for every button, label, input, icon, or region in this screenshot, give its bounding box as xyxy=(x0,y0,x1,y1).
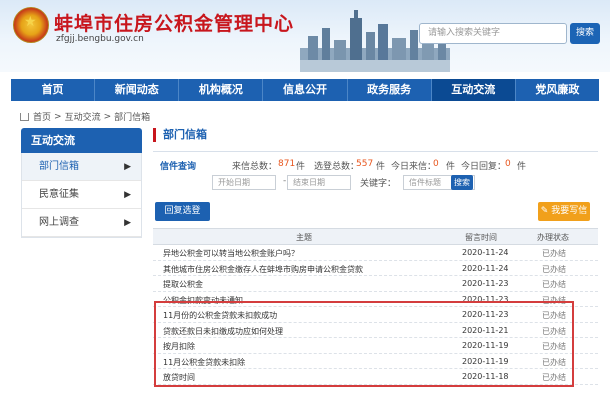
national-emblem-icon: ★ xyxy=(13,7,49,43)
today-in-unit: 件 xyxy=(446,162,456,172)
nav-item-integrity[interactable]: 党风廉政 xyxy=(516,79,599,101)
site-url: zfgjj.bengbu.gov.cn xyxy=(56,34,144,44)
total-count: 871 xyxy=(278,159,296,169)
row-status: 已办结 xyxy=(542,373,566,382)
row-status: 已办结 xyxy=(542,311,566,320)
sidebar-item-mailbox[interactable]: 部门信箱 ▶ xyxy=(22,153,141,181)
row-topic[interactable]: 异地公积金可以转当地公积金账户吗？ xyxy=(163,248,299,259)
sidebar-item-label: 部门信箱 xyxy=(39,161,79,172)
reply-selected-button[interactable]: 回复选登 xyxy=(155,202,210,221)
letters-table: 主题 留言时间 办理状态 异地公积金可以转当地公积金账户吗？ 2020-11-2… xyxy=(153,228,598,385)
row-topic[interactable]: 其他城市住房公积金缴存人在蚌埠市购房申请公积金贷款 xyxy=(163,264,363,275)
breadcrumb: 首页 > 互动交流 > 部门信箱 xyxy=(20,110,153,123)
row-time: 2020-11-19 xyxy=(462,341,509,350)
row-topic[interactable]: 11月公积金贷款未扣除 xyxy=(163,357,245,368)
row-time: 2020-11-24 xyxy=(462,263,509,273)
home-icon xyxy=(20,112,29,121)
title-divider xyxy=(153,151,598,152)
sidebar-item-survey[interactable]: 网上调查 ▶ xyxy=(22,209,141,237)
edit-icon: ✎ xyxy=(540,206,552,216)
today-in-count: 0 xyxy=(433,159,439,169)
row-status: 已办结 xyxy=(542,280,566,289)
sidebar-item-label: 民意征集 xyxy=(39,189,79,200)
row-status: 已办结 xyxy=(542,326,566,336)
search-input[interactable]: 请输入搜索关键字 xyxy=(419,23,567,44)
main-content: 部门信箱 信件查询 来信总数： 871 件 选登总数： 557 件 今日来信： … xyxy=(153,128,598,385)
today-in-label: 今日来信： xyxy=(391,162,437,172)
table-row[interactable]: 放贷时间 2020-11-18 已办结 xyxy=(153,369,598,385)
row-time: 2020-11-19 xyxy=(462,356,509,366)
today-reply-count: 0 xyxy=(505,159,511,169)
today-reply-label: 今日回复： xyxy=(461,162,507,172)
search-button[interactable]: 搜索 xyxy=(570,23,600,44)
table-header: 主题 留言时间 办理状态 xyxy=(153,228,598,245)
table-row[interactable]: 提取公积金 2020-11-23 已办结 xyxy=(153,276,598,292)
write-letter-button[interactable]: ✎ 我要写信 xyxy=(538,202,590,221)
row-time: 2020-11-23 xyxy=(462,294,509,304)
page-title: 部门信箱 xyxy=(153,128,598,142)
table-row[interactable]: 异地公积金可以转当地公积金账户吗？ 2020-11-24 已办结 xyxy=(153,245,598,261)
table-row[interactable]: 其他城市住房公积金缴存人在蚌埠市购房申请公积金贷款 2020-11-24 已办结 xyxy=(153,261,598,276)
table-row[interactable]: 贷款还款日未扣缴成功应如何处理 2020-11-21 已办结 xyxy=(153,323,598,338)
header-status: 办理状态 xyxy=(537,233,569,242)
row-topic[interactable]: 公积金扣款变动未通知 xyxy=(163,295,243,306)
main-nav: 首页 新闻动态 机构概况 信息公开 政务服务 互动交流 党风廉政 xyxy=(11,79,599,101)
row-topic[interactable]: 放贷时间 xyxy=(163,372,195,383)
write-letter-label: 我要写信 xyxy=(551,206,588,216)
row-time: 2020-11-23 xyxy=(462,310,509,319)
row-status: 已办结 xyxy=(542,357,566,367)
filter-search-button[interactable]: 搜索 xyxy=(451,175,473,190)
start-date-input[interactable]: 开始日期 xyxy=(212,175,276,190)
header-topic: 主题 xyxy=(296,233,312,242)
selected-unit: 件 xyxy=(376,162,386,172)
row-status: 已办结 xyxy=(542,342,566,351)
selected-count: 557 xyxy=(356,159,374,169)
site-header: ★ 蚌埠市住房公积金管理中心 zfgjj.bengbu.gov.cn 请输入搜索… xyxy=(0,0,610,72)
row-status: 已办结 xyxy=(542,264,566,274)
table-row[interactable]: 公积金扣款变动未通知 2020-11-23 已办结 xyxy=(153,292,598,307)
chevron-right-icon: ▶ xyxy=(124,190,131,200)
end-date-input[interactable]: 结束日期 xyxy=(287,175,351,190)
nav-item-info[interactable]: 信息公开 xyxy=(263,79,348,101)
row-status: 已办结 xyxy=(542,249,566,258)
nav-item-home[interactable]: 首页 xyxy=(11,79,96,101)
row-status: 已办结 xyxy=(542,295,566,305)
total-label: 来信总数： xyxy=(232,162,278,172)
sidebar-title: 互动交流 xyxy=(21,128,142,153)
row-time: 2020-11-18 xyxy=(462,372,509,381)
chevron-right-icon: ▶ xyxy=(124,218,131,228)
row-topic[interactable]: 按月扣除 xyxy=(163,341,195,352)
header-time: 留言时间 xyxy=(465,233,497,242)
nav-item-services[interactable]: 政务服务 xyxy=(348,79,432,101)
query-label: 信件查询 xyxy=(160,162,197,172)
row-topic[interactable]: 11月份的公积金贷款未扣款成功 xyxy=(163,310,277,321)
date-dash: - xyxy=(283,176,287,186)
sidebar-item-label: 网上调查 xyxy=(39,217,79,228)
breadcrumb-interaction[interactable]: 互动交流 xyxy=(65,110,101,123)
sidebar: 互动交流 部门信箱 ▶ 民意征集 ▶ 网上调查 ▶ xyxy=(21,128,142,238)
row-time: 2020-11-21 xyxy=(462,325,509,335)
today-reply-unit: 件 xyxy=(517,162,527,172)
row-topic[interactable]: 提取公积金 xyxy=(163,279,203,290)
breadcrumb-sep: > xyxy=(54,111,62,122)
keyword-label: 关键字： xyxy=(360,179,397,189)
nav-item-about[interactable]: 机构概况 xyxy=(179,79,264,101)
table-row[interactable]: 11月份的公积金贷款未扣款成功 2020-11-23 已办结 xyxy=(153,307,598,323)
total-unit: 件 xyxy=(296,162,306,172)
row-topic[interactable]: 贷款还款日未扣缴成功应如何处理 xyxy=(163,326,283,337)
row-time: 2020-11-23 xyxy=(462,279,509,288)
site-title[interactable]: 蚌埠市住房公积金管理中心 xyxy=(54,9,294,36)
row-time: 2020-11-24 xyxy=(462,248,509,257)
breadcrumb-current: 部门信箱 xyxy=(114,113,151,123)
nav-item-news[interactable]: 新闻动态 xyxy=(95,79,180,101)
table-row[interactable]: 11月公积金贷款未扣除 2020-11-19 已办结 xyxy=(153,354,598,369)
selected-label: 选登总数： xyxy=(314,162,360,172)
nav-item-interaction[interactable]: 互动交流 xyxy=(431,79,516,101)
breadcrumb-sep: > xyxy=(103,111,112,122)
sidebar-item-opinion[interactable]: 民意征集 ▶ xyxy=(22,181,141,209)
table-row[interactable]: 按月扣除 2020-11-19 已办结 xyxy=(153,338,598,354)
filter-bar: 开始日期 - 结束日期 关键字： 信件标题 搜索 xyxy=(153,175,598,193)
chevron-right-icon: ▶ xyxy=(124,162,131,172)
breadcrumb-home[interactable]: 首页 xyxy=(33,110,51,123)
